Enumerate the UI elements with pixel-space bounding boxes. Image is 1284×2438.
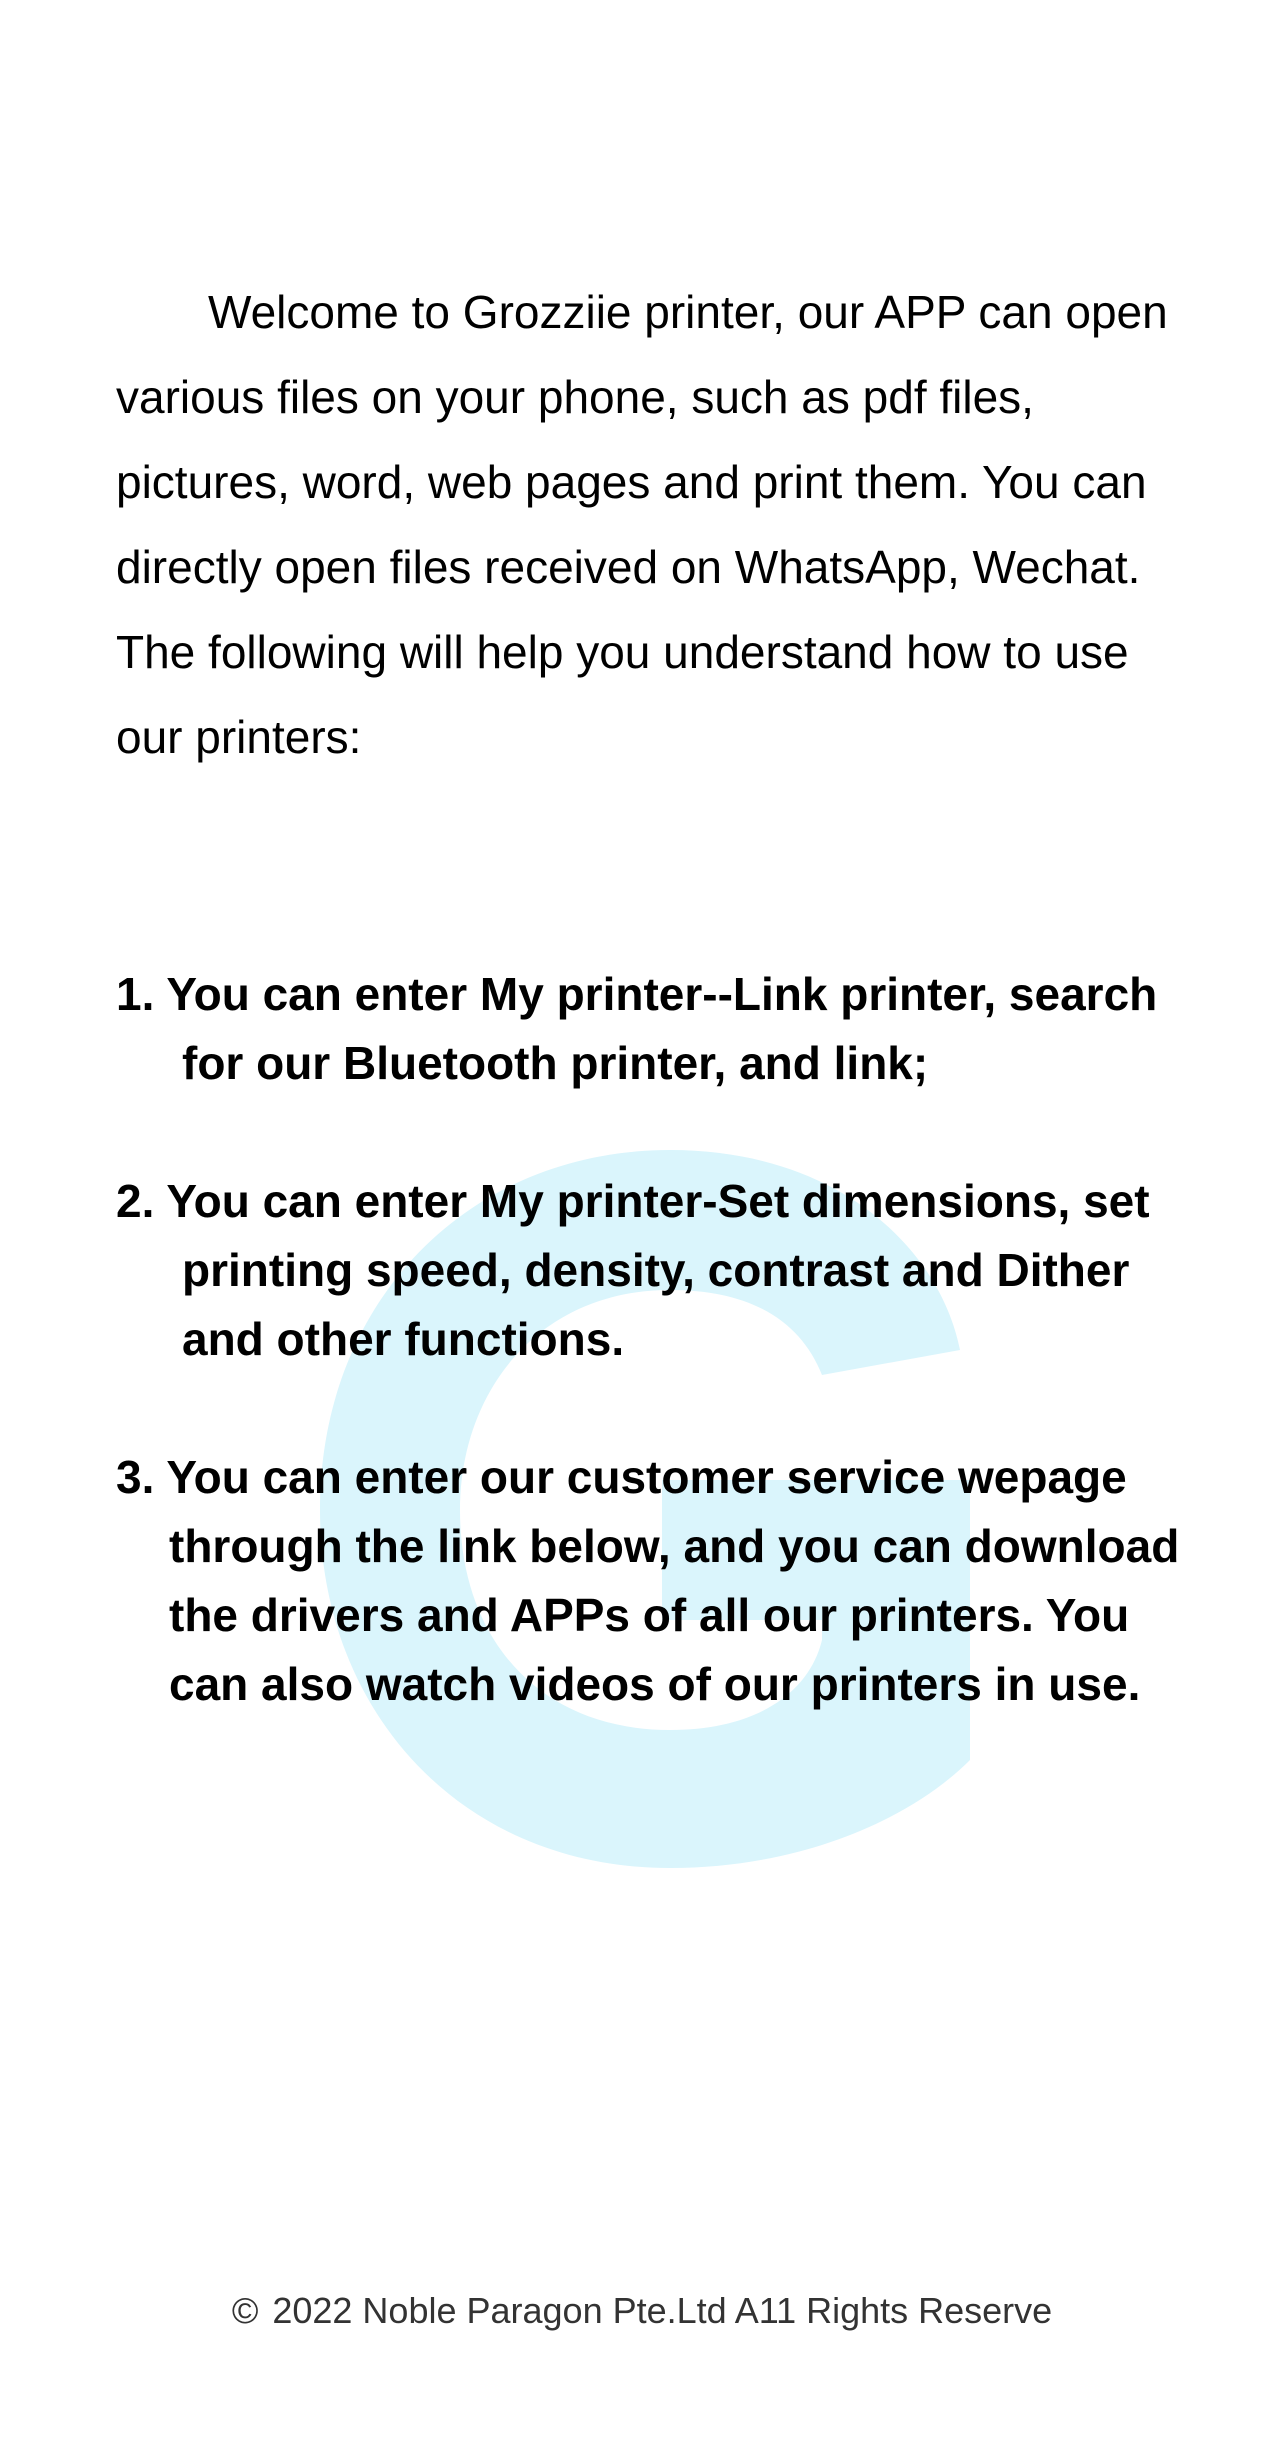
step-text: You can enter our customer service wepag… [166, 1451, 1180, 1710]
step-item-set-dimensions: 2. You can enter My printer-Set dimensio… [116, 1167, 1216, 1374]
intro-text: Welcome to Grozziie printer, our APP can… [116, 270, 1196, 780]
copyright-text: 2022 Noble Paragon Pte.Ltd A11 Rights Re… [272, 2290, 1053, 2331]
step-number: 3. [116, 1451, 155, 1503]
step-text: You can enter My printer-Set dimensions,… [166, 1175, 1150, 1365]
step-item-customer-service: 3. You can enter our customer service we… [116, 1443, 1216, 1719]
intro-paragraph-guide: The following will help you understand h… [116, 626, 1129, 763]
copyright-footer: © 2022 Noble Paragon Pte.Ltd A11 Rights R… [0, 2290, 1284, 2332]
intro-paragraph-welcome: Welcome to Grozziie printer, our APP can… [116, 286, 1168, 593]
step-number: 1. [116, 968, 155, 1020]
step-number: 2. [116, 1175, 155, 1227]
instruction-steps: 1. You can enter My printer--Link printe… [116, 960, 1216, 1788]
step-text: You can enter My printer--Link printer, … [166, 968, 1158, 1089]
copyright-icon: © [231, 2290, 259, 2331]
step-item-link-printer: 1. You can enter My printer--Link printe… [116, 960, 1216, 1098]
